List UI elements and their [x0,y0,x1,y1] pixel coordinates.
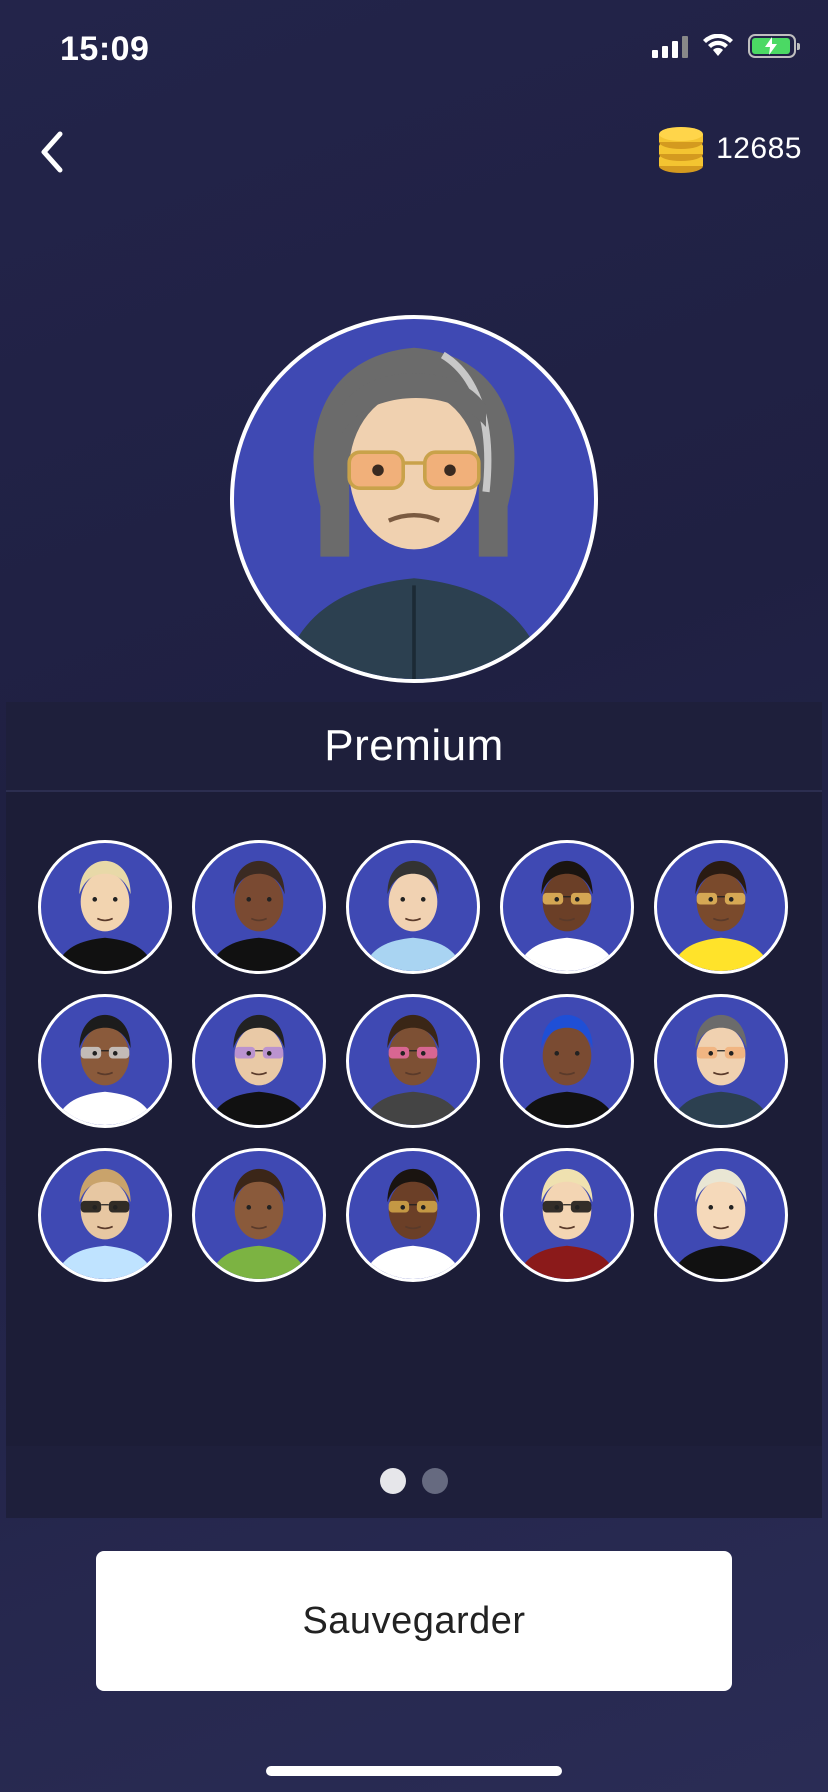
panel-header: Premium [6,702,822,792]
chevron-left-icon [41,131,63,173]
avatar-option[interactable] [346,994,480,1128]
avatar-face-icon [363,1168,463,1279]
cellular-signal-icon [652,34,688,58]
avatar-option[interactable] [500,840,634,974]
avatar-face-icon [671,1168,771,1279]
avatar-face-icon [671,1014,771,1125]
avatar-face-icon [55,860,155,971]
avatar-face-icon [209,1014,309,1125]
back-button[interactable] [22,120,82,184]
panel-title: Premium [324,721,504,770]
status-time: 15:09 [60,30,150,68]
avatar-option[interactable] [38,994,172,1128]
avatar-face-icon [517,1168,617,1279]
avatar-option[interactable] [654,840,788,974]
avatar-option[interactable] [500,1148,634,1282]
page-dot[interactable] [422,1468,448,1494]
coin-stack-icon [659,127,704,173]
avatar-option[interactable] [346,840,480,974]
avatar-face-icon [209,1168,309,1279]
avatar-option[interactable] [38,840,172,974]
coin-count: 12685 [716,132,802,165]
avatar-panel: Premium [6,702,822,1518]
pagination-dots [0,1468,828,1494]
avatar-option[interactable] [654,1148,788,1282]
avatar-face-icon [55,1168,155,1279]
avatar-option[interactable] [500,994,634,1128]
coin-balance: 12685 [656,124,802,174]
avatar-portrait-icon [280,347,548,679]
avatar-face-icon [517,860,617,971]
avatar-grid [38,840,788,1282]
page-dot[interactable] [380,1468,406,1494]
home-indicator [266,1766,562,1776]
avatar-face-icon [517,1014,617,1125]
avatar-option[interactable] [192,1148,326,1282]
avatar-face-icon [363,860,463,971]
avatar-option[interactable] [38,1148,172,1282]
avatar-face-icon [363,1014,463,1125]
avatar-face-icon [671,860,771,971]
avatar-option[interactable] [192,840,326,974]
selected-avatar [230,315,598,683]
status-bar: 15:09 [0,0,828,100]
avatar-face-icon [55,1014,155,1125]
battery-icon [748,34,800,58]
wifi-icon [703,34,733,56]
avatar-option[interactable] [346,1148,480,1282]
status-icons [652,34,800,58]
save-button[interactable]: Sauvegarder [96,1551,732,1691]
avatar-option[interactable] [654,994,788,1128]
avatar-face-icon [209,860,309,971]
avatar-option[interactable] [192,994,326,1128]
